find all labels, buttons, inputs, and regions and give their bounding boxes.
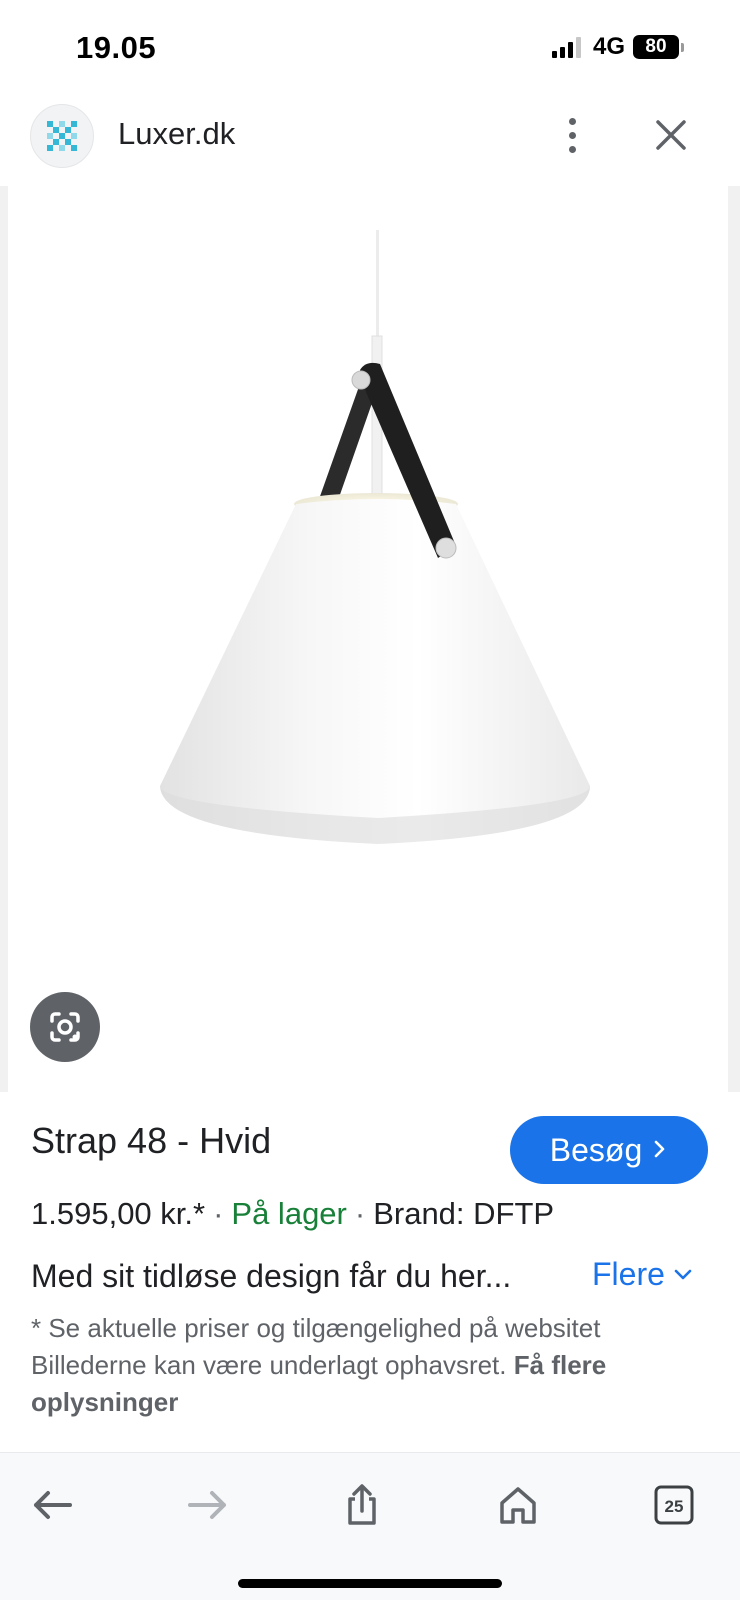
status-bar: 19.05 4G 80 xyxy=(0,0,740,96)
battery-level: 80 xyxy=(633,35,679,59)
product-price: 1.595,00 kr.* xyxy=(31,1196,206,1231)
pendant-lamp-image xyxy=(160,230,590,844)
more-button[interactable]: Flere xyxy=(592,1256,693,1293)
top-bar: Luxer.dk xyxy=(0,100,740,180)
disclaimer: * Se aktuelle priser og tilgængelighed p… xyxy=(31,1310,671,1421)
signal-icon xyxy=(551,36,581,58)
close-icon[interactable] xyxy=(648,112,694,158)
back-arrow-icon[interactable] xyxy=(24,1477,80,1533)
visit-button-label: Besøg xyxy=(549,1131,643,1168)
more-vert-icon[interactable] xyxy=(552,110,592,160)
product-title: Strap 48 - Hvid xyxy=(31,1120,272,1161)
price-line: 1.595,00 kr.* · På lager · Brand: DFTP xyxy=(31,1196,555,1231)
site-name[interactable]: Luxer.dk xyxy=(118,116,235,152)
visit-button[interactable]: Besøg xyxy=(510,1116,708,1184)
status-indicators: 4G 80 xyxy=(551,33,684,61)
battery-icon: 80 xyxy=(633,35,684,59)
status-time: 19.05 xyxy=(76,30,157,65)
tabs-icon[interactable]: 25 xyxy=(646,1477,702,1533)
share-icon[interactable] xyxy=(334,1477,390,1533)
product-description: Med sit tidløse design får du her... xyxy=(31,1258,512,1294)
chevron-right-icon xyxy=(652,1135,668,1166)
luxer-logo-icon[interactable] xyxy=(30,104,94,168)
forward-arrow-icon[interactable] xyxy=(180,1477,236,1533)
tab-count: 25 xyxy=(665,1497,684,1516)
home-icon[interactable] xyxy=(490,1477,546,1533)
google-lens-icon[interactable] xyxy=(30,992,100,1062)
bottom-toolbar: 25 xyxy=(0,1452,740,1600)
more-button-label: Flere xyxy=(592,1256,665,1292)
product-image[interactable] xyxy=(0,186,740,1092)
network-label: 4G xyxy=(592,33,625,60)
product-brand: Brand: DFTP xyxy=(373,1196,555,1231)
stock-status: På lager xyxy=(231,1196,347,1231)
home-indicator[interactable] xyxy=(238,1579,502,1588)
chevron-down-icon xyxy=(674,1269,692,1279)
product-info: Strap 48 - Hvid Besøg 1.595,00 kr.* · På l… xyxy=(0,1092,740,1452)
